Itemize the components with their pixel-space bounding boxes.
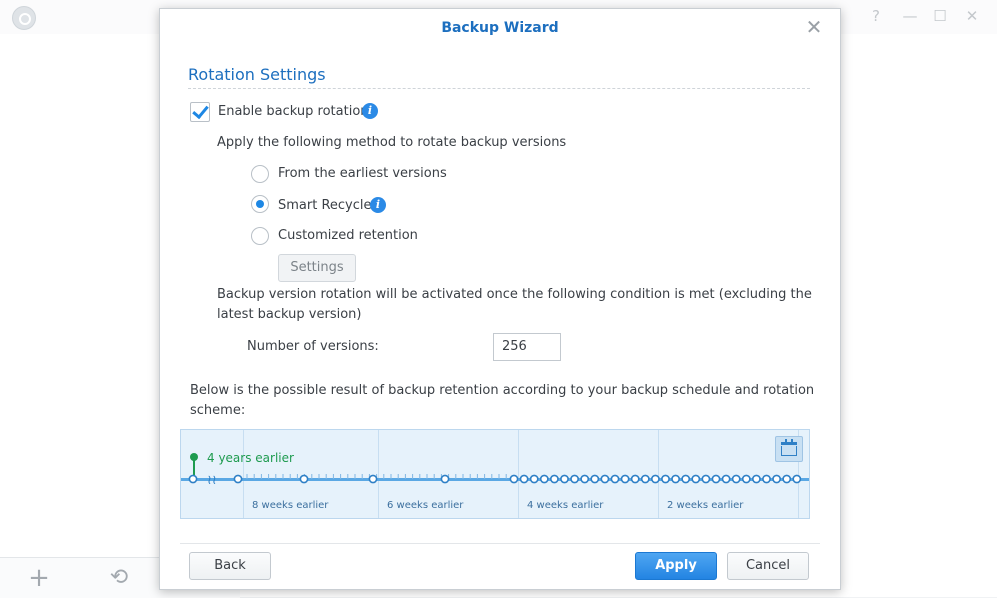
enable-rotation-label[interactable]: Enable backup rotation: [218, 104, 369, 119]
version-marker: [509, 474, 519, 484]
enable-rotation-checkbox[interactable]: [190, 102, 210, 122]
version-marker: [792, 474, 802, 484]
radio-earliest-versions-label[interactable]: From the earliest versions: [278, 166, 447, 181]
maximize-icon[interactable]: ☐: [930, 7, 950, 25]
version-marker: [560, 474, 569, 484]
version-marker: [233, 474, 243, 484]
backup-wizard-dialog: Backup Wizard ✕ Rotation Settings Enable…: [159, 8, 841, 590]
version-marker: [640, 474, 650, 484]
version-marker: [650, 474, 660, 484]
version-marker: [701, 474, 711, 484]
result-text-line1: Below is the possible result of backup r…: [190, 383, 815, 398]
calendar-icon[interactable]: [775, 436, 803, 462]
version-marker: [610, 474, 620, 484]
apply-button[interactable]: Apply: [635, 552, 717, 580]
radio-customized-retention[interactable]: [251, 227, 269, 245]
version-marker: [299, 474, 309, 484]
version-marker: [691, 474, 701, 484]
version-marker: [549, 474, 559, 484]
version-marker: [590, 474, 600, 484]
timeline-break-icon: ≀≀: [207, 473, 217, 488]
version-marker: [519, 474, 529, 484]
version-marker: [721, 474, 731, 484]
result-text-line2: scheme:: [190, 403, 246, 418]
timeline-label-8-weeks: 8 weeks earlier: [252, 500, 329, 511]
version-marker: [671, 474, 680, 484]
version-marker: [681, 474, 691, 484]
timeline-label-2-weeks: 2 weeks earlier: [667, 500, 744, 511]
version-marker: [661, 474, 670, 484]
cancel-button[interactable]: Cancel: [727, 552, 809, 580]
info-icon[interactable]: i: [362, 103, 378, 119]
version-marker: [600, 474, 610, 484]
help-icon[interactable]: ?: [866, 7, 886, 25]
version-marker: [570, 474, 579, 484]
condition-text-line2: latest backup version): [217, 307, 362, 322]
versions-label: Number of versions:: [247, 339, 379, 354]
method-intro-text: Apply the following method to rotate bac…: [217, 135, 567, 150]
dialog-title: Backup Wizard: [441, 20, 559, 36]
versions-input[interactable]: 256: [493, 333, 561, 361]
version-marker: [620, 474, 630, 484]
retention-timeline: 4 years earlier ≀≀ 8 weeks earlier 6 wee…: [180, 429, 810, 519]
radio-earliest-versions[interactable]: [251, 165, 269, 183]
version-marker: [539, 474, 549, 484]
version-marker: [782, 474, 792, 484]
close-icon[interactable]: ✕: [804, 17, 824, 37]
version-marker: [529, 474, 539, 484]
version-marker: [188, 474, 198, 484]
plus-icon[interactable]: +: [24, 565, 54, 591]
timeline-label-4-weeks: 4 weeks earlier: [527, 500, 604, 511]
version-marker: [368, 474, 378, 484]
app-logo-icon: [12, 6, 36, 30]
section-title: Rotation Settings: [188, 65, 326, 84]
version-marker: [630, 474, 640, 484]
radio-smart-recycle-label[interactable]: Smart Recycle: [278, 198, 372, 213]
info-icon[interactable]: i: [370, 197, 386, 213]
version-marker: [741, 474, 751, 484]
condition-text-line1: Backup version rotation will be activate…: [217, 287, 812, 302]
section-divider: [188, 88, 810, 89]
back-button[interactable]: Back: [189, 552, 271, 580]
minimize-icon[interactable]: —: [900, 7, 920, 25]
timeline-label-6-weeks: 6 weeks earlier: [387, 500, 464, 511]
window-close-icon[interactable]: ✕: [962, 7, 982, 25]
version-marker: [752, 474, 761, 484]
background-sidebar: [0, 34, 161, 597]
radio-smart-recycle[interactable]: [251, 195, 269, 213]
version-marker: [772, 474, 781, 484]
footer-divider: [180, 543, 820, 544]
version-marker: [762, 474, 771, 484]
version-marker: [711, 474, 721, 484]
settings-button[interactable]: Settings: [278, 254, 356, 282]
version-marker: [731, 474, 741, 484]
radio-customized-retention-label[interactable]: Customized retention: [278, 228, 418, 243]
history-icon[interactable]: ⟲: [104, 565, 134, 591]
version-marker: [580, 474, 590, 484]
version-marker: [440, 474, 450, 484]
